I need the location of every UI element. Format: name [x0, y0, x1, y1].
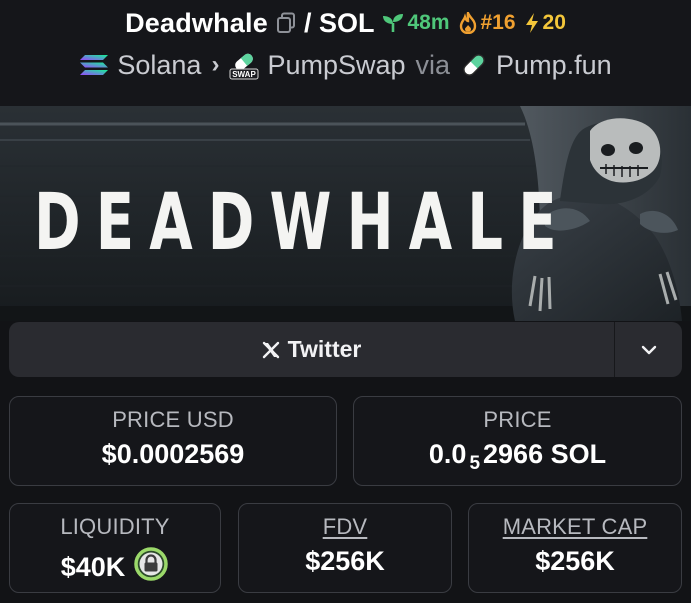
chain-name: Solana	[117, 49, 202, 80]
pair-header: Deadwhale / SOL 48m #16 20 Solana › SWAP…	[0, 0, 691, 106]
pumpswap-logo: SWAP	[229, 53, 259, 80]
route-row: Solana › SWAP PumpSwap via Pump.fun	[0, 46, 691, 84]
market-cap-value: $256K	[535, 546, 615, 576]
price-native-prefix: 0.0	[428, 439, 467, 469]
liquidity-value-row: $40K	[10, 546, 220, 589]
lock-icon[interactable]	[133, 546, 169, 589]
boosts-badge[interactable]: 20	[524, 11, 566, 35]
twitter-label: Twitter	[287, 336, 362, 362]
boost-count: 20	[542, 11, 566, 34]
liquidity-label: LIQUIDITY	[60, 514, 170, 539]
price-usd-card: PRICE USD $0.0002569	[9, 396, 337, 486]
quote-token: / SOL	[303, 7, 375, 38]
liquidity-card: LIQUIDITY $40K	[9, 503, 221, 593]
price-native-zero-count: 5	[469, 452, 481, 474]
chevron-down-icon	[641, 345, 656, 354]
market-cap-label[interactable]: MARKET CAP	[469, 514, 681, 540]
title-row: Deadwhale / SOL 48m #16 20	[0, 6, 691, 40]
launchpad-name: Pump.fun	[496, 49, 612, 80]
fdv-value: $256K	[305, 546, 385, 576]
chevron-right-icon: ›	[211, 51, 220, 78]
token-banner-image: DEADWHALE	[0, 106, 691, 321]
trending-rank: #16	[480, 11, 516, 34]
price-native-label: PRICE	[483, 407, 552, 432]
copy-icon[interactable]	[276, 12, 296, 34]
lightning-icon	[525, 13, 538, 33]
via-label: via	[415, 49, 451, 80]
pill-icon	[463, 54, 485, 76]
dex-name: PumpSwap	[267, 49, 406, 80]
chain-link[interactable]: Solana	[79, 50, 201, 81]
x-logo-icon	[262, 341, 279, 358]
solana-logo	[80, 55, 109, 75]
twitter-button[interactable]: Twitter	[9, 322, 614, 377]
pair-age: 48m	[407, 11, 450, 34]
dex-link[interactable]: SWAP PumpSwap	[229, 49, 406, 81]
fdv-card: FDV $256K	[238, 503, 452, 593]
flame-icon	[459, 12, 476, 34]
banner-title-text: DEADWHALE	[34, 178, 572, 268]
liquidity-value: $40K	[60, 552, 126, 582]
price-native-value: 0.0 5 2966 SOL	[354, 439, 681, 474]
price-usd-value: $0.0002569	[101, 439, 245, 469]
price-native-card: PRICE 0.0 5 2966 SOL	[353, 396, 682, 486]
trending-rank-badge[interactable]: #16	[458, 11, 516, 35]
price-usd-label: PRICE USD	[112, 407, 234, 432]
market-cap-card: MARKET CAP $256K	[468, 503, 682, 593]
launchpad-link[interactable]: Pump.fun	[460, 50, 612, 81]
price-native-suffix: 2966 SOL	[483, 439, 607, 469]
pair-age-badge: 48m	[382, 11, 450, 35]
seedling-icon	[383, 14, 404, 32]
more-links-toggle[interactable]	[614, 322, 682, 377]
token-name: Deadwhale	[125, 7, 268, 38]
fdv-label[interactable]: FDV	[239, 514, 451, 540]
social-links-bar: Twitter	[9, 322, 682, 377]
pumpswap-badge-text: SWAP	[233, 70, 257, 79]
